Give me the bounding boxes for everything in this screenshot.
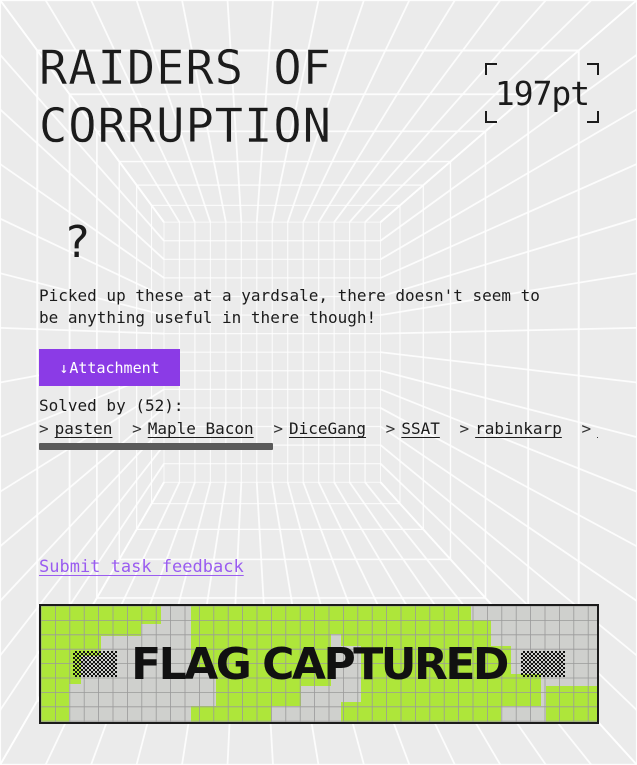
chevron-right-icon: > bbox=[459, 419, 470, 438]
attachment-label: Attachment bbox=[69, 358, 160, 377]
solver-link[interactable]: Maple Bacon bbox=[148, 419, 254, 438]
task-title: RAIDERS OF CORRUPTION bbox=[39, 40, 332, 156]
solvers-list[interactable]: > pasten > Maple Bacon > DiceGang > SSAT > ra… bbox=[39, 417, 598, 441]
chevron-right-icon: > bbox=[132, 419, 142, 438]
solver-link[interactable]: DiceGang bbox=[289, 419, 366, 438]
flag-captured-banner: FLAG CAPTURED bbox=[39, 604, 599, 724]
solvers-scrollbar[interactable] bbox=[39, 443, 273, 450]
solver-link[interactable]: Ba bbox=[597, 419, 598, 438]
solver-item: > Maple Bacon bbox=[132, 419, 264, 438]
checker-right-icon bbox=[520, 651, 565, 677]
chevron-right-icon: > bbox=[581, 419, 592, 438]
solver-item: > DiceGang bbox=[273, 419, 376, 438]
submit-feedback-link[interactable]: Submit task feedback bbox=[39, 556, 244, 578]
solver-item: > rabinkarp bbox=[459, 419, 571, 438]
task-description: Picked up these at a yardsale, there doe… bbox=[39, 286, 540, 327]
download-arrow-icon: ↓ bbox=[59, 358, 69, 377]
chevron-right-icon: > bbox=[385, 419, 396, 438]
points-badge: 197pt bbox=[485, 63, 599, 123]
chevron-right-icon: > bbox=[273, 419, 283, 438]
solver-link[interactable]: pasten bbox=[55, 419, 113, 438]
task-title-line-1: RAIDERS OF bbox=[39, 41, 332, 96]
solved-by-label: Solved by (52): bbox=[39, 396, 184, 415]
points-value: 197pt bbox=[494, 73, 590, 113]
solver-link[interactable]: SSAT bbox=[401, 419, 440, 438]
solver-item: > SSAT bbox=[386, 419, 450, 438]
solver-link[interactable]: rabinkarp bbox=[475, 419, 562, 438]
category-question-icon: ? bbox=[64, 217, 91, 268]
checker-left-icon bbox=[73, 651, 118, 677]
attachment-button[interactable]: ↓ Attachment bbox=[39, 349, 180, 386]
task-title-line-2: CORRUPTION bbox=[39, 99, 332, 154]
solver-item: > pasten bbox=[39, 419, 122, 438]
chevron-right-icon: > bbox=[39, 419, 49, 438]
flag-captured-text: FLAG CAPTURED bbox=[131, 638, 509, 690]
solver-item: > Ba bbox=[581, 419, 598, 438]
